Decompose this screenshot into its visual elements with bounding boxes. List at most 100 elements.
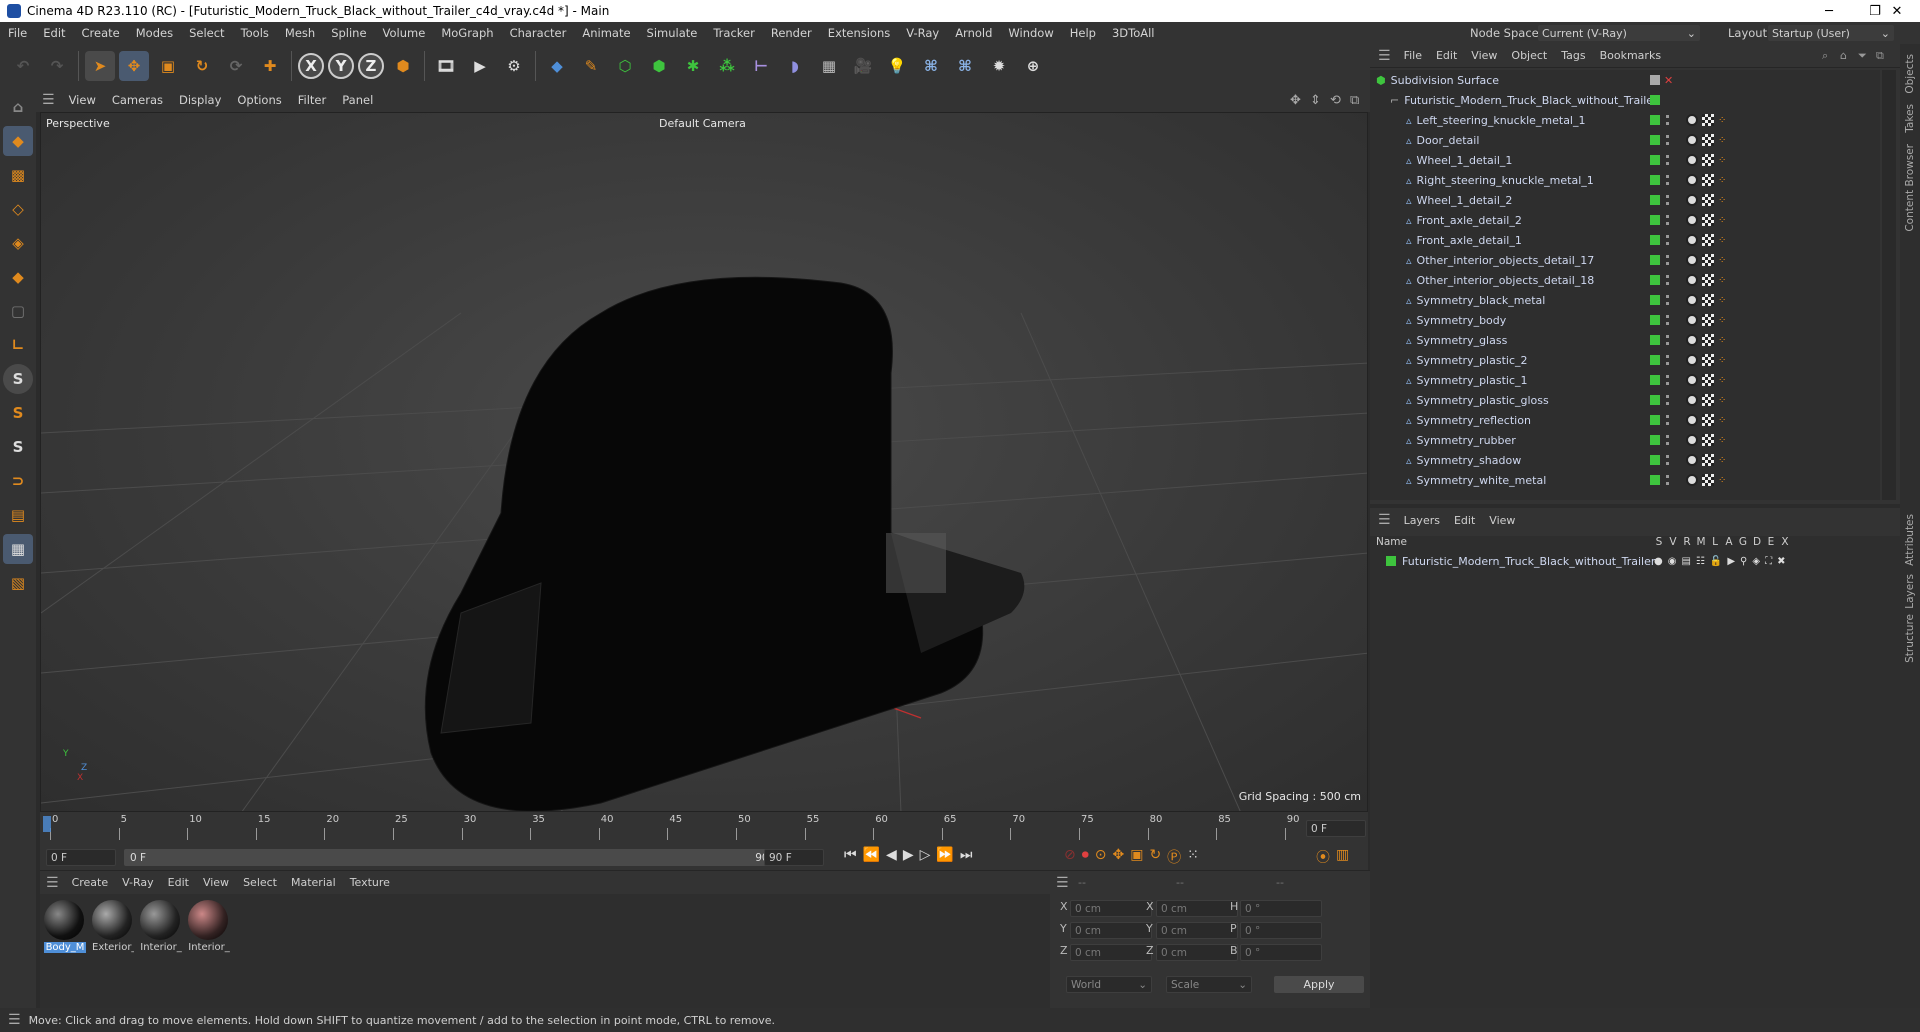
position-field[interactable]: 0 cm: [1070, 900, 1152, 917]
visibility-dot-icon[interactable]: [1650, 435, 1660, 445]
menu-help[interactable]: Help: [1062, 26, 1104, 40]
rotation-field[interactable]: 0 °: [1240, 922, 1322, 939]
phong-tag-icon[interactable]: [1686, 134, 1698, 146]
hamburger-menu-icon[interactable]: ☰: [40, 875, 65, 891]
current-frame-field[interactable]: 0 F: [1306, 820, 1366, 837]
render-dot-icon[interactable]: [1666, 475, 1670, 485]
make-editable-icon[interactable]: ⌂: [3, 92, 33, 122]
visibility-dot-icon[interactable]: [1650, 395, 1660, 405]
model-mode-icon[interactable]: ◆: [3, 126, 33, 156]
render-dot-icon[interactable]: [1666, 355, 1670, 365]
timeline-window-icon[interactable]: ▥: [1336, 847, 1349, 867]
tree-row-object[interactable]: ▵ Front_axle_detail_1 ⁘: [1370, 230, 1860, 250]
material-tag-icon[interactable]: [1702, 174, 1714, 186]
material-tag-icon[interactable]: [1702, 114, 1714, 126]
axis-mode-icon[interactable]: ∟: [3, 330, 33, 360]
autokey-icon[interactable]: ⏺: [1082, 847, 1089, 867]
vray-tag-icon[interactable]: ⁘: [1718, 275, 1726, 286]
layer-row[interactable]: Futuristic_Modern_Truck_Black_without_Tr…: [1370, 552, 1900, 570]
material-tag-icon[interactable]: [1702, 214, 1714, 226]
render-view-icon[interactable]: 🎞: [431, 51, 461, 81]
animation-icon[interactable]: ▶: [1727, 556, 1735, 567]
filter-icon[interactable]: ⏷: [1858, 49, 1867, 63]
spline-pen-icon[interactable]: ✎: [576, 51, 606, 81]
render-dot-icon[interactable]: [1666, 415, 1670, 425]
subdivision-generator-icon[interactable]: ⬡: [610, 51, 640, 81]
material-tag-icon[interactable]: [1702, 154, 1714, 166]
xref-icon[interactable]: ✖: [1777, 556, 1785, 567]
rotation-key-icon[interactable]: ↻: [1149, 847, 1161, 867]
material-tag-icon[interactable]: [1702, 354, 1714, 366]
material-swatch[interactable]: Interior_: [140, 900, 182, 1002]
select-arrow-icon[interactable]: ➤: [85, 51, 115, 81]
vray-tag-icon[interactable]: ⁘: [1718, 315, 1726, 326]
vray-tag-icon[interactable]: ⁘: [1718, 455, 1726, 466]
hamburger-menu-icon[interactable]: ☰: [1370, 512, 1397, 528]
layer-color-swatch[interactable]: [1386, 556, 1396, 566]
mat-menu-material[interactable]: Material: [284, 876, 343, 889]
phong-tag-icon[interactable]: [1686, 114, 1698, 126]
render-dot-icon[interactable]: [1666, 135, 1670, 145]
tab-layers[interactable]: Layers: [1904, 574, 1916, 609]
menu-vray[interactable]: V-Ray: [898, 26, 947, 40]
scale-key-icon[interactable]: ▣: [1130, 847, 1143, 867]
y-axis-lock-button[interactable]: Y: [328, 53, 354, 79]
x-axis-lock-button[interactable]: X: [298, 53, 324, 79]
phong-tag-icon[interactable]: [1686, 314, 1698, 326]
vray-settings-gear-icon[interactable]: ✹: [984, 51, 1014, 81]
floor-grid-icon[interactable]: ▦: [814, 51, 844, 81]
mat-menu-edit[interactable]: Edit: [161, 876, 196, 889]
visibility-dot-icon[interactable]: [1650, 375, 1660, 385]
layer-flag-column-header[interactable]: E: [1764, 536, 1778, 548]
menu-arnold[interactable]: Arnold: [947, 26, 1000, 40]
vray-tag-icon[interactable]: ⁘: [1718, 115, 1726, 126]
pan-view-icon[interactable]: ✥: [1290, 93, 1301, 108]
tree-row-object[interactable]: ▵ Symmetry_reflection ⁘: [1370, 410, 1860, 430]
deformer-bend-icon[interactable]: ⊢: [746, 51, 776, 81]
viewport-menu-cameras[interactable]: Cameras: [104, 93, 171, 107]
polygons-mode-icon[interactable]: ◆: [3, 262, 33, 292]
mat-menu-view[interactable]: View: [196, 876, 236, 889]
tree-row-object[interactable]: ▵ Other_interior_objects_detail_17 ⁘: [1370, 250, 1860, 270]
menu-create[interactable]: Create: [74, 26, 128, 40]
phong-tag-icon[interactable]: [1686, 414, 1698, 426]
tree-row-object[interactable]: ▵ Symmetry_plastic_2 ⁘: [1370, 350, 1860, 370]
zoom-view-icon[interactable]: ⇕: [1310, 93, 1321, 108]
rotation-field[interactable]: 0 °: [1240, 900, 1322, 917]
extrude-generator-icon[interactable]: ⬢: [644, 51, 674, 81]
phong-tag-icon[interactable]: [1686, 294, 1698, 306]
size-field[interactable]: 0 cm: [1156, 900, 1238, 917]
field-icon[interactable]: ◗: [780, 51, 810, 81]
menu-volume[interactable]: Volume: [375, 26, 434, 40]
vray-tag-icon[interactable]: ⁘: [1718, 195, 1726, 206]
hamburger-menu-icon[interactable]: ☰: [0, 1012, 29, 1028]
light-bulb-icon[interactable]: 💡: [882, 51, 912, 81]
search-icon[interactable]: ⌕: [1822, 49, 1828, 63]
position-field[interactable]: 0 cm: [1070, 944, 1152, 961]
new-window-icon[interactable]: ⧉: [1876, 49, 1884, 63]
record-active-icon[interactable]: ⊘: [1064, 847, 1076, 867]
manager-icon[interactable]: ☷: [1696, 556, 1705, 567]
motion-mode-icon[interactable]: ⦿: [1316, 847, 1330, 867]
vray-tag-icon[interactable]: ⁘: [1718, 335, 1726, 346]
vray-tag-icon[interactable]: ⁘: [1718, 255, 1726, 266]
vray-tag-icon[interactable]: ⁘: [1718, 395, 1726, 406]
material-tag-icon[interactable]: [1702, 314, 1714, 326]
eye-icon[interactable]: ◉: [1668, 556, 1677, 567]
phong-tag-icon[interactable]: [1686, 354, 1698, 366]
coordinate-mode-dropdown[interactable]: Scale ⌄: [1166, 976, 1252, 993]
menu-mesh[interactable]: Mesh: [277, 26, 323, 40]
render-dot-icon[interactable]: [1666, 395, 1670, 405]
render-dot-icon[interactable]: [1666, 435, 1670, 445]
scale-tool-icon[interactable]: ▣: [153, 51, 183, 81]
coordinate-system-icon[interactable]: ⬢: [388, 51, 418, 81]
material-swatch[interactable]: Exterior_: [92, 900, 134, 1002]
hamburger-menu-icon[interactable]: ☰: [1050, 875, 1075, 891]
tree-row-object[interactable]: ▵ Symmetry_rubber ⁘: [1370, 430, 1860, 450]
material-tag-icon[interactable]: [1702, 474, 1714, 486]
vray-tag-icon[interactable]: ⁘: [1718, 155, 1726, 166]
render-dot-icon[interactable]: [1666, 195, 1670, 205]
visibility-dot-icon[interactable]: [1650, 135, 1660, 145]
deformers-icon[interactable]: ◈: [1752, 556, 1760, 567]
render-dot-icon[interactable]: [1666, 175, 1670, 185]
